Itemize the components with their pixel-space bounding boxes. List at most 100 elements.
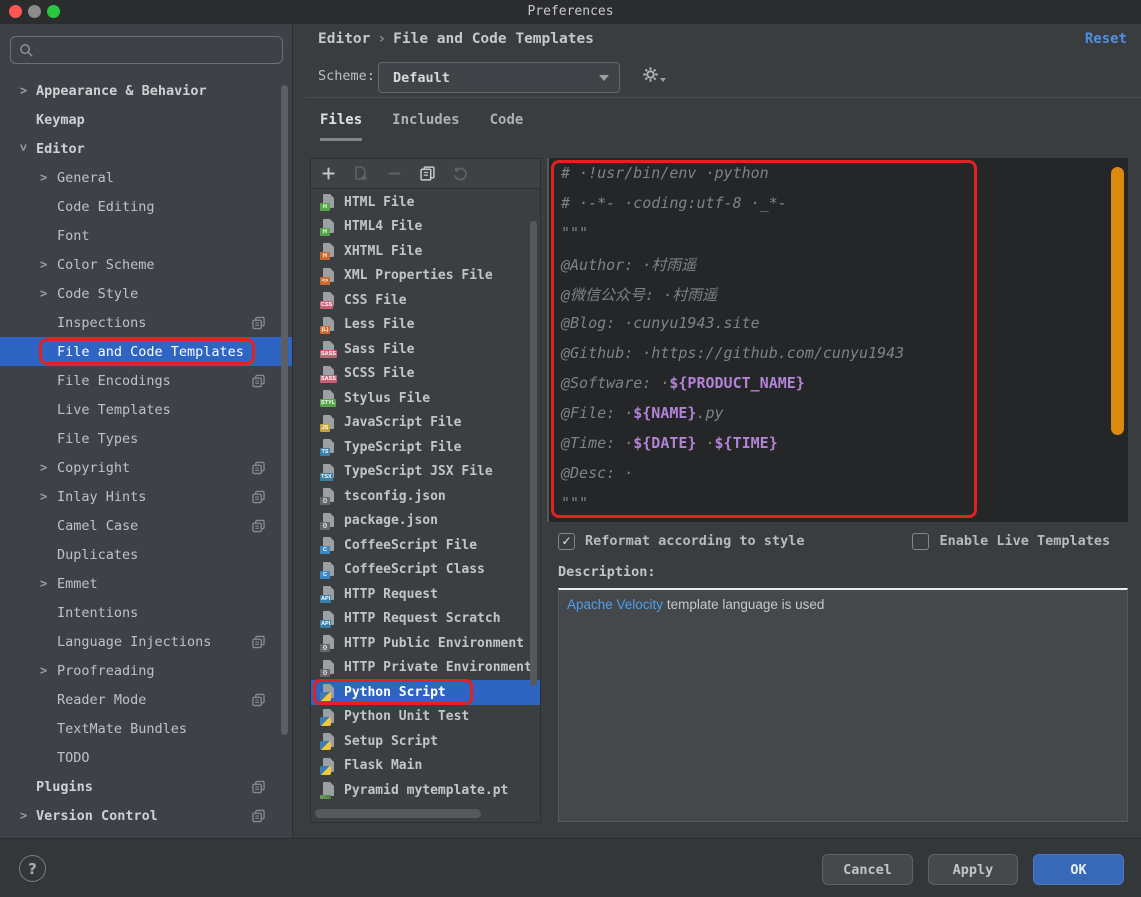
template-item-http-private-environment[interactable]: {} HTTP Private Environment	[311, 656, 540, 681]
sidebar-scrollbar[interactable]	[281, 85, 288, 735]
reformat-checkbox[interactable]: ✓	[558, 532, 575, 550]
template-item-sass-file[interactable]: SASS Sass File	[311, 337, 540, 362]
header-divider	[305, 97, 1141, 98]
template-item-typescript-file[interactable]: TS TypeScript File	[311, 435, 540, 460]
copy-settings-icon	[252, 374, 265, 387]
sidebar-item-color-scheme[interactable]: > Color Scheme	[0, 250, 292, 279]
template-code: # ·!usr/bin/env ·python # ·-*- ·coding:ut…	[561, 164, 904, 522]
tab-files[interactable]: Files	[320, 112, 363, 141]
sidebar-item-duplicates[interactable]: Duplicates	[0, 540, 292, 569]
template-item-label: Stylus File	[344, 390, 431, 406]
reformat-label: Reformat according to style	[585, 533, 805, 549]
template-item-package-json[interactable]: {} package.json	[311, 509, 540, 534]
sidebar-item-language-injections[interactable]: Language Injections	[0, 627, 292, 656]
template-item-http-public-environment[interactable]: {} HTTP Public Environment	[311, 631, 540, 656]
template-item-css-file[interactable]: CSS CSS File	[311, 288, 540, 313]
template-item-stylus-file[interactable]: STYL Stylus File	[311, 386, 540, 411]
help-button[interactable]: ?	[19, 855, 46, 882]
cancel-button[interactable]: Cancel	[822, 854, 913, 885]
sidebar-item-font[interactable]: Font	[0, 221, 292, 250]
sidebar-item-code-editing[interactable]: Code Editing	[0, 192, 292, 221]
sidebar-item-label: Copyright	[57, 459, 131, 476]
template-item-xhtml-file[interactable]: H XHTML File	[311, 239, 540, 264]
sidebar-item-todo[interactable]: TODO	[0, 743, 292, 772]
apply-button[interactable]: Apply	[928, 854, 1018, 885]
template-item-less-file[interactable]: (L) Less File	[311, 313, 540, 338]
chevron-right-icon: >	[40, 286, 48, 301]
template-list-hscrollbar[interactable]	[315, 809, 481, 818]
file-type-xhtml-icon: H	[320, 243, 337, 261]
settings-search-input[interactable]	[10, 36, 283, 64]
sidebar-item-label: TextMate Bundles	[57, 720, 188, 737]
sidebar-item-reader-mode[interactable]: Reader Mode	[0, 685, 292, 714]
enable-live-templates-checkbox[interactable]: ✓	[912, 532, 930, 550]
template-item-coffeescript-class[interactable]: C CoffeeScript Class	[311, 558, 540, 583]
template-item-xml-properties-file[interactable]: <> XML Properties File	[311, 264, 540, 289]
enable-live-templates-label: Enable Live Templates	[939, 533, 1111, 549]
editor-scrollbar[interactable]	[1111, 167, 1124, 435]
sidebar-item-code-style[interactable]: > Code Style	[0, 279, 292, 308]
tab-code[interactable]: Code	[490, 112, 524, 141]
sidebar-item-proofreading[interactable]: > Proofreading	[0, 656, 292, 685]
template-item-python-unit-test[interactable]: Python Unit Test	[311, 705, 540, 730]
sidebar-item-appearance-behavior[interactable]: > Appearance & Behavior	[0, 76, 292, 105]
sidebar-item-file-and-code-templates[interactable]: File and Code Templates	[0, 337, 292, 366]
reset-link[interactable]: Reset	[1085, 31, 1127, 47]
chevron-right-icon: >	[40, 170, 48, 185]
sidebar-item-inspections[interactable]: Inspections	[0, 308, 292, 337]
scheme-actions-button[interactable]	[642, 66, 666, 83]
sidebar-item-live-templates[interactable]: Live Templates	[0, 395, 292, 424]
file-type-typescript-jsx-icon: TSX	[320, 463, 337, 481]
template-item-label: HTML4 File	[344, 219, 423, 235]
template-item-coffeescript-file[interactable]: C CoffeeScript File	[311, 533, 540, 558]
plus-icon	[322, 167, 334, 180]
sidebar-item-file-encodings[interactable]: File Encodings	[0, 366, 292, 395]
template-item-pyramid-mytemplate-pt[interactable]: Pyramid mytemplate.pt	[311, 778, 540, 803]
sidebar-item-inlay-hints[interactable]: > Inlay Hints	[0, 482, 292, 511]
sidebar-item-general[interactable]: > General	[0, 163, 292, 192]
add-template-button[interactable]	[319, 165, 337, 183]
sidebar-item-intentions[interactable]: Intentions	[0, 598, 292, 627]
preferences-window: Preferences > Appearance & Behavior Keymap…	[0, 0, 1141, 897]
sidebar-item-emmet[interactable]: > Emmet	[0, 569, 292, 598]
chevron-right-icon: >	[40, 576, 48, 591]
sidebar-item-label: Code Editing	[57, 198, 155, 215]
template-item-tsconfig-json[interactable]: {} tsconfig.json	[311, 484, 540, 509]
sidebar-item-plugins[interactable]: Plugins	[0, 772, 292, 801]
template-item-http-request-scratch[interactable]: API HTTP Request Scratch	[311, 607, 540, 632]
ok-button[interactable]: OK	[1033, 854, 1124, 885]
file-type-xml-properties-icon: <>	[320, 267, 337, 285]
description-box: Apache Velocity template language is use…	[558, 588, 1128, 822]
template-item-scss-file[interactable]: SASS SCSS File	[311, 362, 540, 387]
apache-velocity-link[interactable]: Apache Velocity	[567, 597, 663, 612]
template-list-vscrollbar[interactable]	[530, 221, 537, 686]
template-item-typescript-jsx-file[interactable]: TSX TypeScript JSX File	[311, 460, 540, 485]
scheme-dropdown[interactable]: Default	[378, 62, 620, 93]
template-item-python-script[interactable]: Python Script	[311, 679, 540, 705]
file-type-stylus-icon: STYL	[320, 390, 337, 408]
sidebar-item-keymap[interactable]: Keymap	[0, 105, 292, 134]
copy-template-button[interactable]	[418, 165, 436, 183]
template-item-setup-script[interactable]: Setup Script	[311, 729, 540, 754]
file-type-http-request-icon: API	[320, 610, 337, 628]
file-type-http-environment-icon: {}	[320, 635, 337, 653]
sidebar-item-camel-case[interactable]: Camel Case	[0, 511, 292, 540]
sidebar-item-version-control[interactable]: > Version Control	[0, 801, 292, 830]
file-type-typescript-icon: TS	[320, 439, 337, 457]
sidebar-item-copyright[interactable]: > Copyright	[0, 453, 292, 482]
template-item-http-request[interactable]: API HTTP Request	[311, 582, 540, 607]
template-toolbar	[311, 159, 540, 189]
tab-includes[interactable]: Includes	[392, 112, 459, 141]
template-item-label: Python Unit Test	[344, 709, 470, 725]
copy-settings-icon	[252, 519, 265, 532]
template-item-javascript-file[interactable]: JS JavaScript File	[311, 411, 540, 436]
template-editor[interactable]: # ·!usr/bin/env ·python # ·-*- ·coding:ut…	[547, 158, 1128, 522]
sidebar-item-textmate-bundles[interactable]: TextMate Bundles	[0, 714, 292, 743]
chevron-down-icon: >	[16, 143, 31, 151]
template-item-flask-main[interactable]: Flask Main	[311, 754, 540, 779]
template-item-html-file[interactable]: H HTML File	[311, 190, 540, 215]
sidebar-item-file-types[interactable]: File Types	[0, 424, 292, 453]
sidebar-item-editor[interactable]: > Editor	[0, 134, 292, 163]
breadcrumb-section[interactable]: Editor	[318, 31, 370, 47]
template-item-html4-file[interactable]: H HTML4 File	[311, 215, 540, 240]
